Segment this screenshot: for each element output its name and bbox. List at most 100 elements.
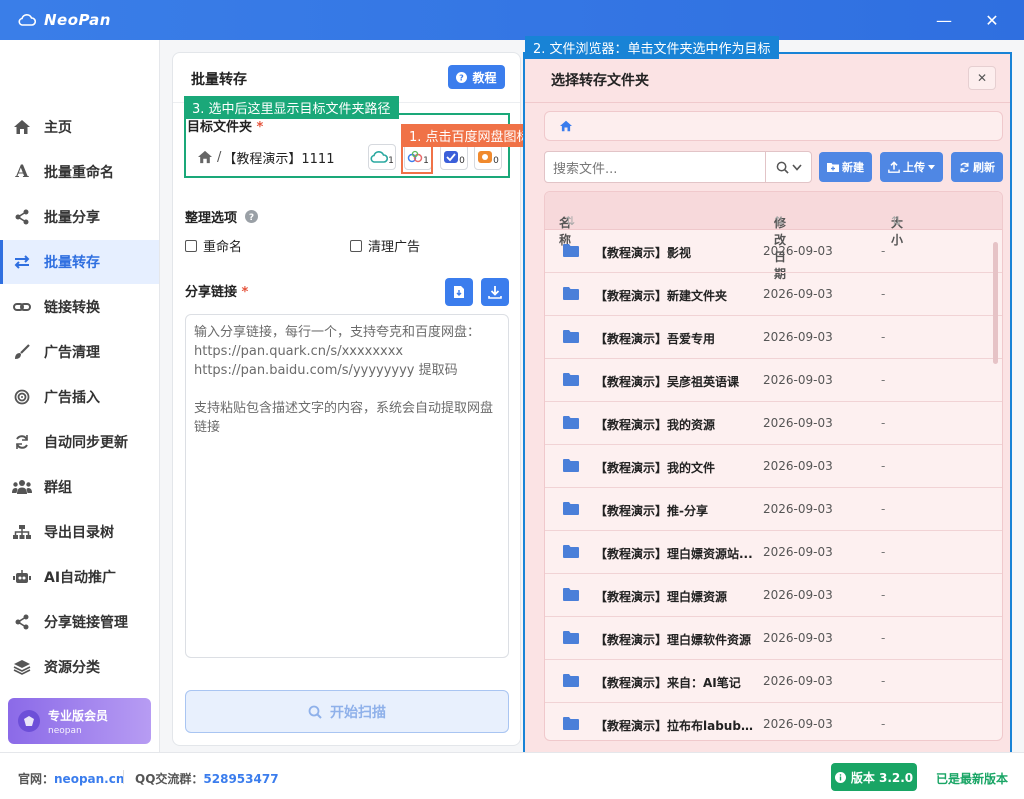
dialog-close-button[interactable]: ✕ — [968, 66, 996, 90]
version-button[interactable]: 版本 3.2.0 — [831, 763, 917, 791]
search-input[interactable]: 搜索文件... — [545, 158, 765, 177]
sidebar-item-auto-sync[interactable]: 自动同步更新 — [0, 420, 159, 464]
dialog-title: 选择转存文件夹 — [551, 73, 649, 89]
scrollbar[interactable] — [993, 242, 998, 364]
folder-browser-dialog: 选择转存文件夹 ✕ 搜索文件... 新建 上传 刷新 名称 ⇅ 修改日期 ⇅ 大… — [523, 52, 1012, 754]
import-file-button[interactable] — [445, 278, 473, 306]
sidebar-item-label: 广告插入 — [44, 390, 100, 406]
file-table: 名称 ⇅ 修改日期 ⇅ 大小 ⇅ 【教程演示】影视 2026-09-03- 【教程演… — [544, 191, 1003, 741]
sidebar-item-transfer[interactable]: 批量转存 — [0, 240, 159, 284]
crown-icon — [18, 710, 40, 732]
folder-icon — [563, 631, 579, 647]
table-row[interactable]: 【教程演示】理白嫖资源站... 2026-09-03 - — [545, 531, 1002, 574]
sort-icon: ⇅ — [565, 214, 576, 228]
upload-button[interactable]: 上传 — [880, 152, 943, 182]
sidebar-item-share-manage[interactable]: 分享链接管理 — [0, 600, 159, 644]
share-icon — [12, 207, 32, 227]
file-size: - — [881, 244, 886, 258]
table-row[interactable]: 【教程演示】我的文件 2026-09-03 - — [545, 445, 1002, 488]
qq-number[interactable]: 528953477 — [203, 772, 278, 786]
file-date: 2026-09-03 — [763, 459, 833, 473]
table-row[interactable]: 【教程演示】来自：AI笔记 2026-09-03 - — [545, 660, 1002, 703]
svg-text:?: ? — [460, 73, 465, 82]
table-row[interactable]: 【教程演示】新建文件夹 2026-09-03 - — [545, 273, 1002, 316]
sidebar-item-home[interactable]: 主页 — [0, 105, 159, 149]
pro-member-card[interactable]: 专业版会员 neopan — [8, 698, 151, 744]
folder-icon — [563, 244, 579, 260]
file-name: 【教程演示】吴彦祖英语课 — [595, 375, 740, 389]
download-button[interactable] — [481, 278, 509, 306]
minimize-button[interactable]: — — [930, 8, 958, 32]
file-search: 搜索文件... — [544, 151, 812, 183]
clean-ads-checkbox[interactable]: 清理广告 — [350, 236, 420, 255]
cloud-logo-icon — [18, 14, 36, 26]
step1-annotation: 1. 点击百度网盘图标 — [401, 124, 538, 147]
table-row[interactable]: 【教程演示】吾爱专用 2026-09-03 - — [545, 316, 1002, 359]
checkbox-box[interactable] — [350, 239, 362, 252]
sidebar-item-label: 资源分类 — [44, 660, 100, 676]
sidebar-item-label: AI自动推广 — [44, 570, 117, 586]
table-row[interactable]: 【教程演示】理白嫖软件资源 2026-09-03 - — [545, 617, 1002, 660]
sidebar-item-link-convert[interactable]: 链接转换 — [0, 285, 159, 329]
question-icon: ? — [456, 71, 468, 83]
table-row[interactable]: 【教程演示】影视 2026-09-03 - — [545, 230, 1002, 273]
site-link[interactable]: neopan.cn — [54, 772, 124, 786]
close-window-button[interactable]: ✕ — [978, 8, 1006, 32]
file-size: - — [881, 330, 886, 344]
font-icon: A — [15, 162, 29, 182]
table-row[interactable]: 【教程演示】推-分享 2026-09-03 - — [545, 488, 1002, 531]
rename-checkbox[interactable]: 重命名 — [185, 236, 242, 255]
file-name: 【教程演示】理白嫖资源站... — [595, 547, 753, 561]
file-name: 【教程演示】影视 — [595, 246, 692, 260]
divider — [123, 770, 124, 784]
layers-icon — [12, 657, 32, 677]
file-name: 【教程演示】拉布布labubu... — [595, 719, 753, 733]
table-row[interactable]: 【教程演示】拉布布labubu... 2026-09-03 - — [545, 703, 1002, 740]
sidebar-item-rename[interactable]: A 批量重命名 — [0, 150, 159, 194]
file-date: 2026-09-03 — [763, 674, 833, 688]
share-links-input[interactable]: 输入分享链接，每行一个，支持夸克和百度网盘： https://pan.quark… — [185, 314, 509, 658]
folder-icon — [563, 373, 579, 389]
divider — [525, 102, 1010, 103]
sidebar-item-categories[interactable]: 资源分类 — [0, 645, 159, 689]
app-logo: NeoPan — [18, 11, 111, 29]
svg-text:?: ? — [249, 213, 254, 223]
sidebar-item-groups[interactable]: 群组 — [0, 465, 159, 509]
tutorial-button[interactable]: ? 教程 — [448, 65, 505, 89]
new-folder-button[interactable]: 新建 — [819, 152, 872, 182]
start-scan-button[interactable]: 开始扫描 — [185, 690, 509, 733]
folder-icon — [563, 330, 579, 346]
file-date: 2026-09-03 — [763, 244, 833, 258]
sidebar-item-label: 批量重命名 — [44, 165, 114, 181]
breadcrumb[interactable] — [544, 111, 1003, 141]
brush-icon — [12, 342, 32, 362]
chevron-down-icon — [791, 163, 802, 171]
rename-label: 重命名 — [203, 240, 243, 255]
file-size: - — [881, 717, 886, 731]
sidebar-item-ad-insert[interactable]: 广告插入 — [0, 375, 159, 419]
sidebar-item-ad-clean[interactable]: 广告清理 — [0, 330, 159, 374]
folder-icon — [563, 545, 579, 561]
folder-icon — [563, 502, 579, 518]
table-row[interactable]: 【教程演示】我的资源 2026-09-03 - — [545, 402, 1002, 445]
share-icon — [12, 612, 32, 632]
refresh-button[interactable]: 刷新 — [951, 152, 1003, 182]
upload-icon — [888, 161, 900, 173]
folder-icon — [563, 287, 579, 303]
file-name: 【教程演示】我的文件 — [595, 461, 716, 475]
qq-label: QQ交流群： — [135, 772, 204, 786]
home-icon — [12, 117, 32, 137]
sitemap-icon — [12, 522, 32, 542]
required-mark: * — [241, 285, 249, 300]
search-button[interactable] — [765, 152, 811, 182]
sidebar-item-share[interactable]: 批量分享 — [0, 195, 159, 239]
checkbox-box[interactable] — [185, 239, 197, 252]
file-size: - — [881, 502, 886, 516]
table-row[interactable]: 【教程演示】吴彦祖英语课 2026-09-03 - — [545, 359, 1002, 402]
file-name: 【教程演示】吾爱专用 — [595, 332, 716, 346]
sidebar-item-export-tree[interactable]: 导出目录树 — [0, 510, 159, 554]
table-row[interactable]: 【教程演示】理白嫖资源 2026-09-03 - — [545, 574, 1002, 617]
refresh-icon — [960, 162, 969, 172]
sidebar-item-ai-promo[interactable]: AI自动推广 — [0, 555, 159, 599]
sort-icon: ⇅ — [774, 214, 785, 228]
